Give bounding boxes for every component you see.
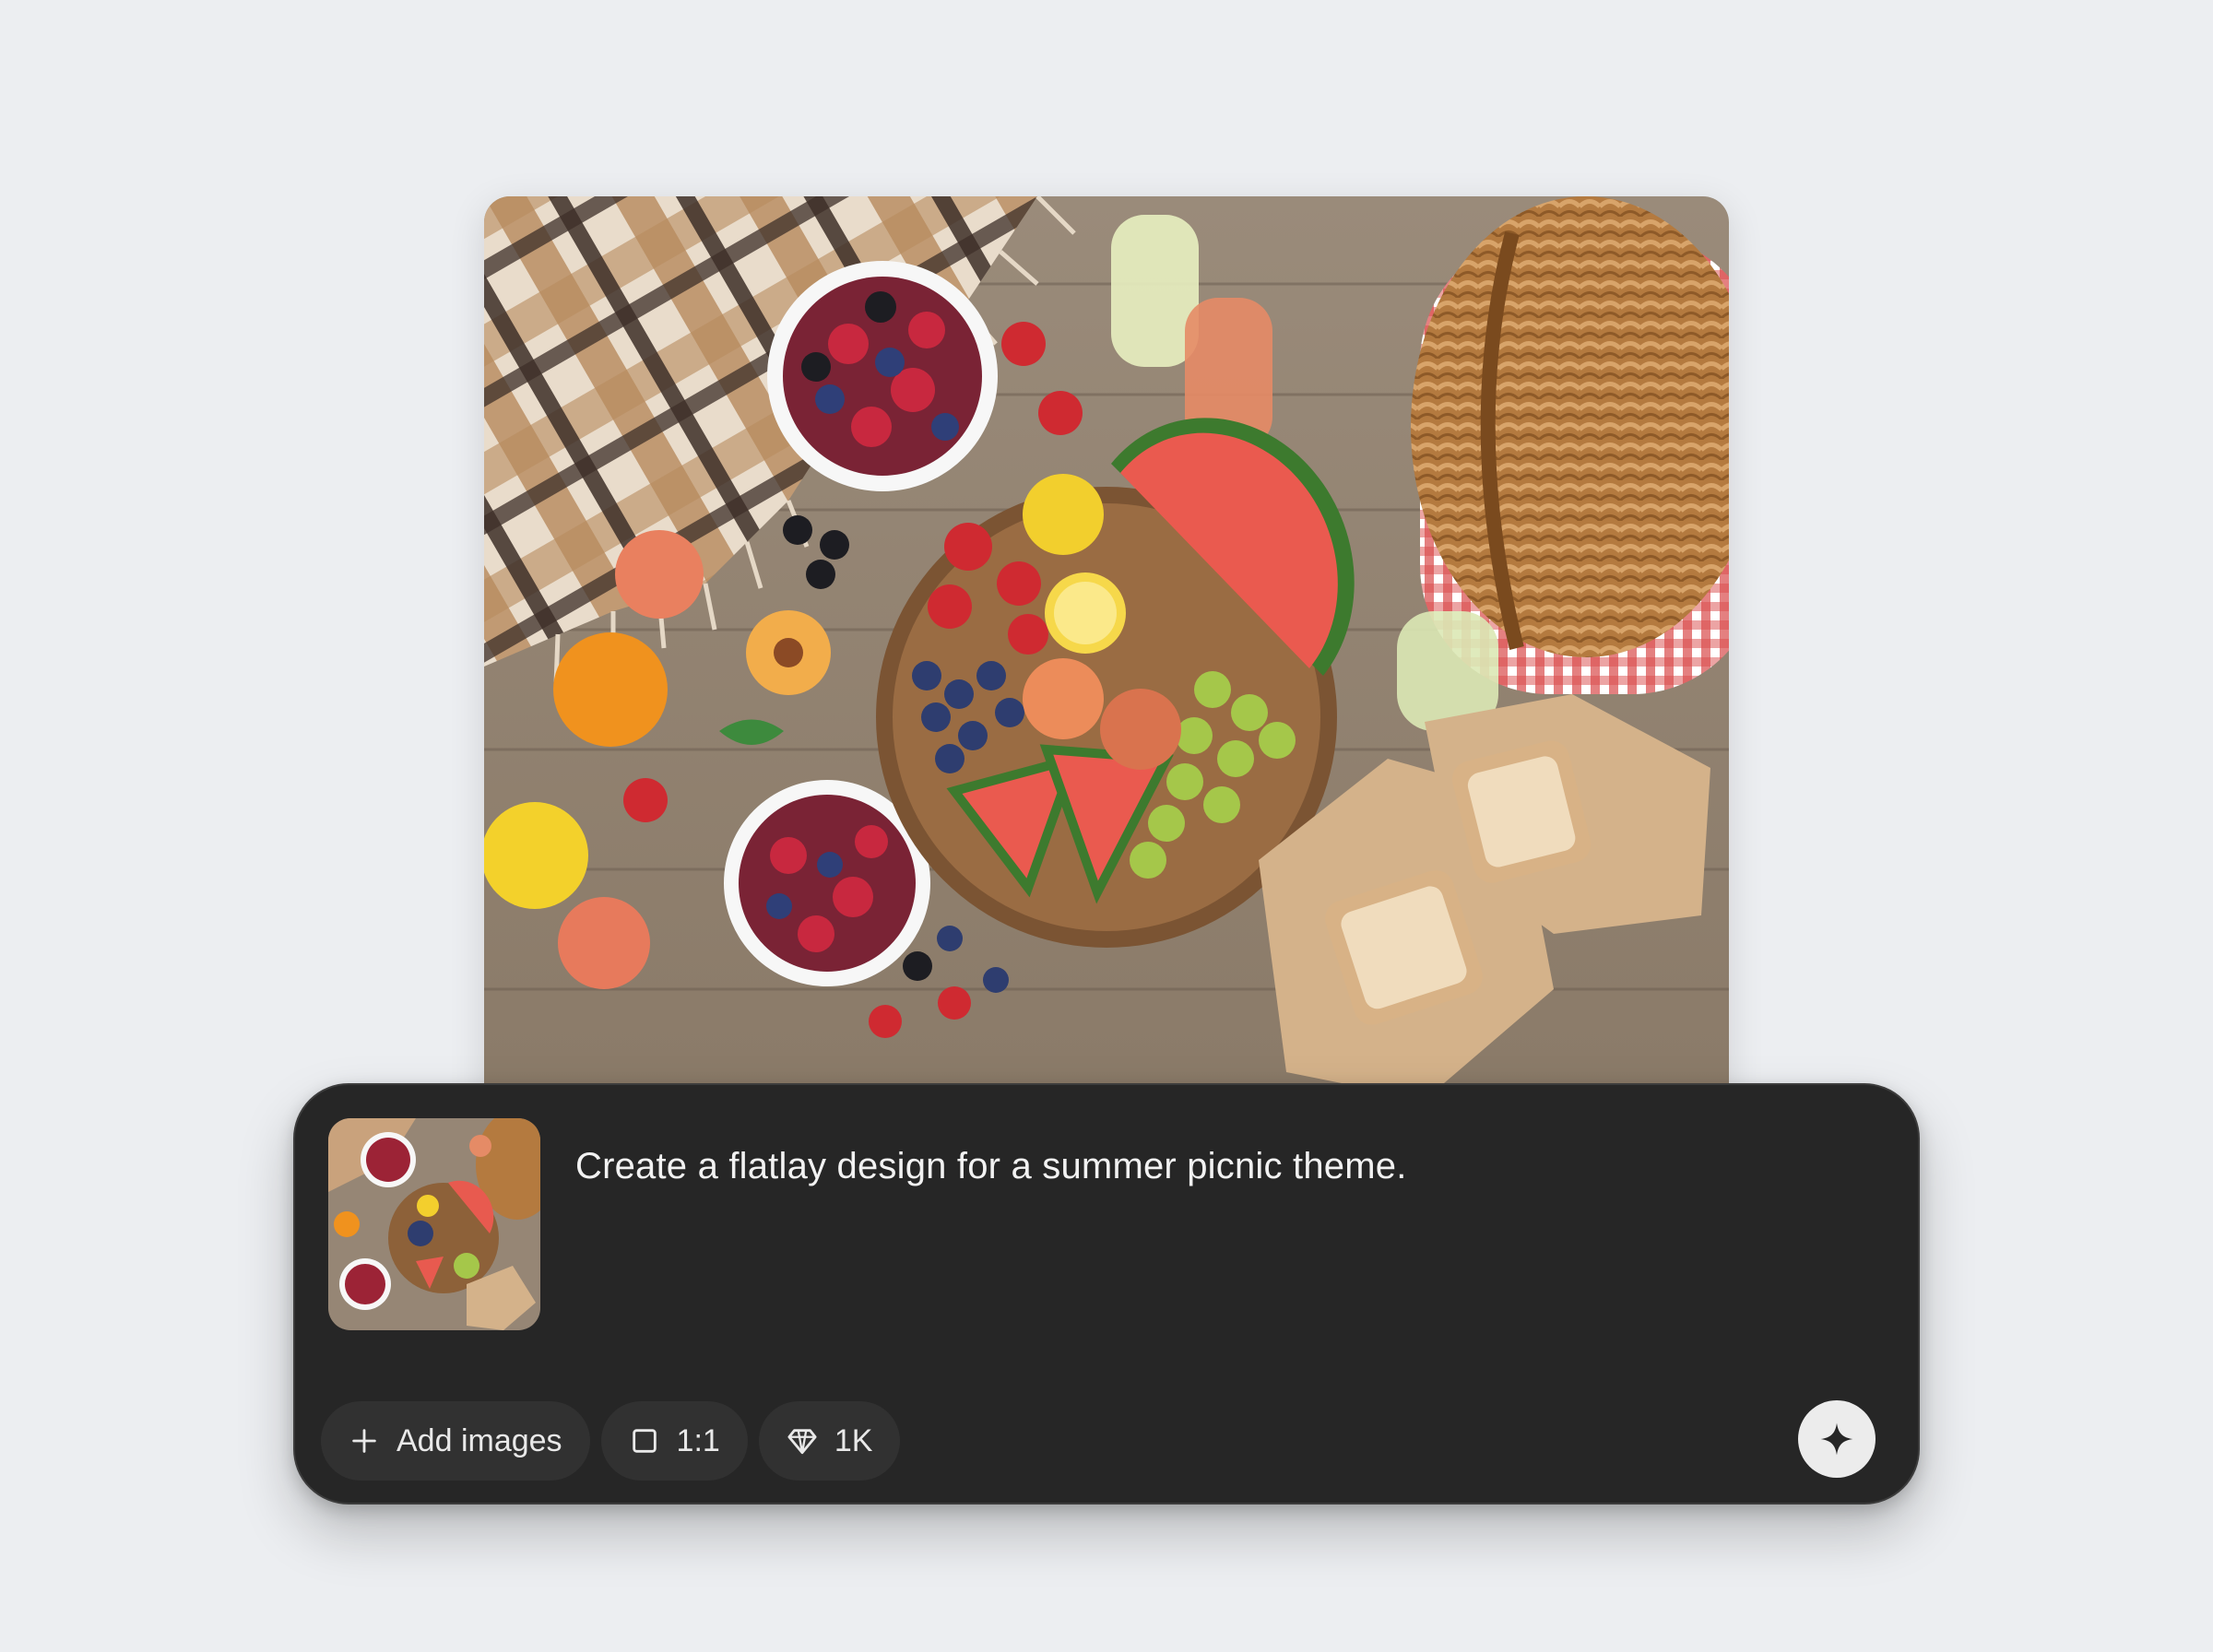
generated-image[interactable]: [484, 196, 1729, 1118]
square-icon: [629, 1425, 660, 1457]
prompt-panel: Create a flatlay design for a summer pic…: [293, 1083, 1920, 1504]
quality-button[interactable]: 1K: [758, 1401, 901, 1481]
reference-thumbnail[interactable]: [328, 1118, 540, 1330]
aspect-ratio-button[interactable]: 1:1: [600, 1401, 748, 1481]
diamond-icon: [787, 1425, 818, 1457]
sparkle-icon: [1820, 1422, 1853, 1456]
prompt-text[interactable]: Create a flatlay design for a summer pic…: [575, 1142, 1407, 1190]
plus-icon: [349, 1425, 380, 1457]
quality-label: 1K: [834, 1422, 873, 1458]
picnic-flatlay-image: [484, 196, 1729, 1118]
generate-button[interactable]: [1798, 1400, 1876, 1478]
picnic-flatlay-thumbnail: [328, 1118, 540, 1330]
add-images-label: Add images: [396, 1422, 562, 1458]
add-images-button[interactable]: Add images: [321, 1401, 590, 1481]
aspect-ratio-label: 1:1: [676, 1422, 720, 1458]
prompt-controls: Add images 1:1 1K: [321, 1401, 901, 1481]
